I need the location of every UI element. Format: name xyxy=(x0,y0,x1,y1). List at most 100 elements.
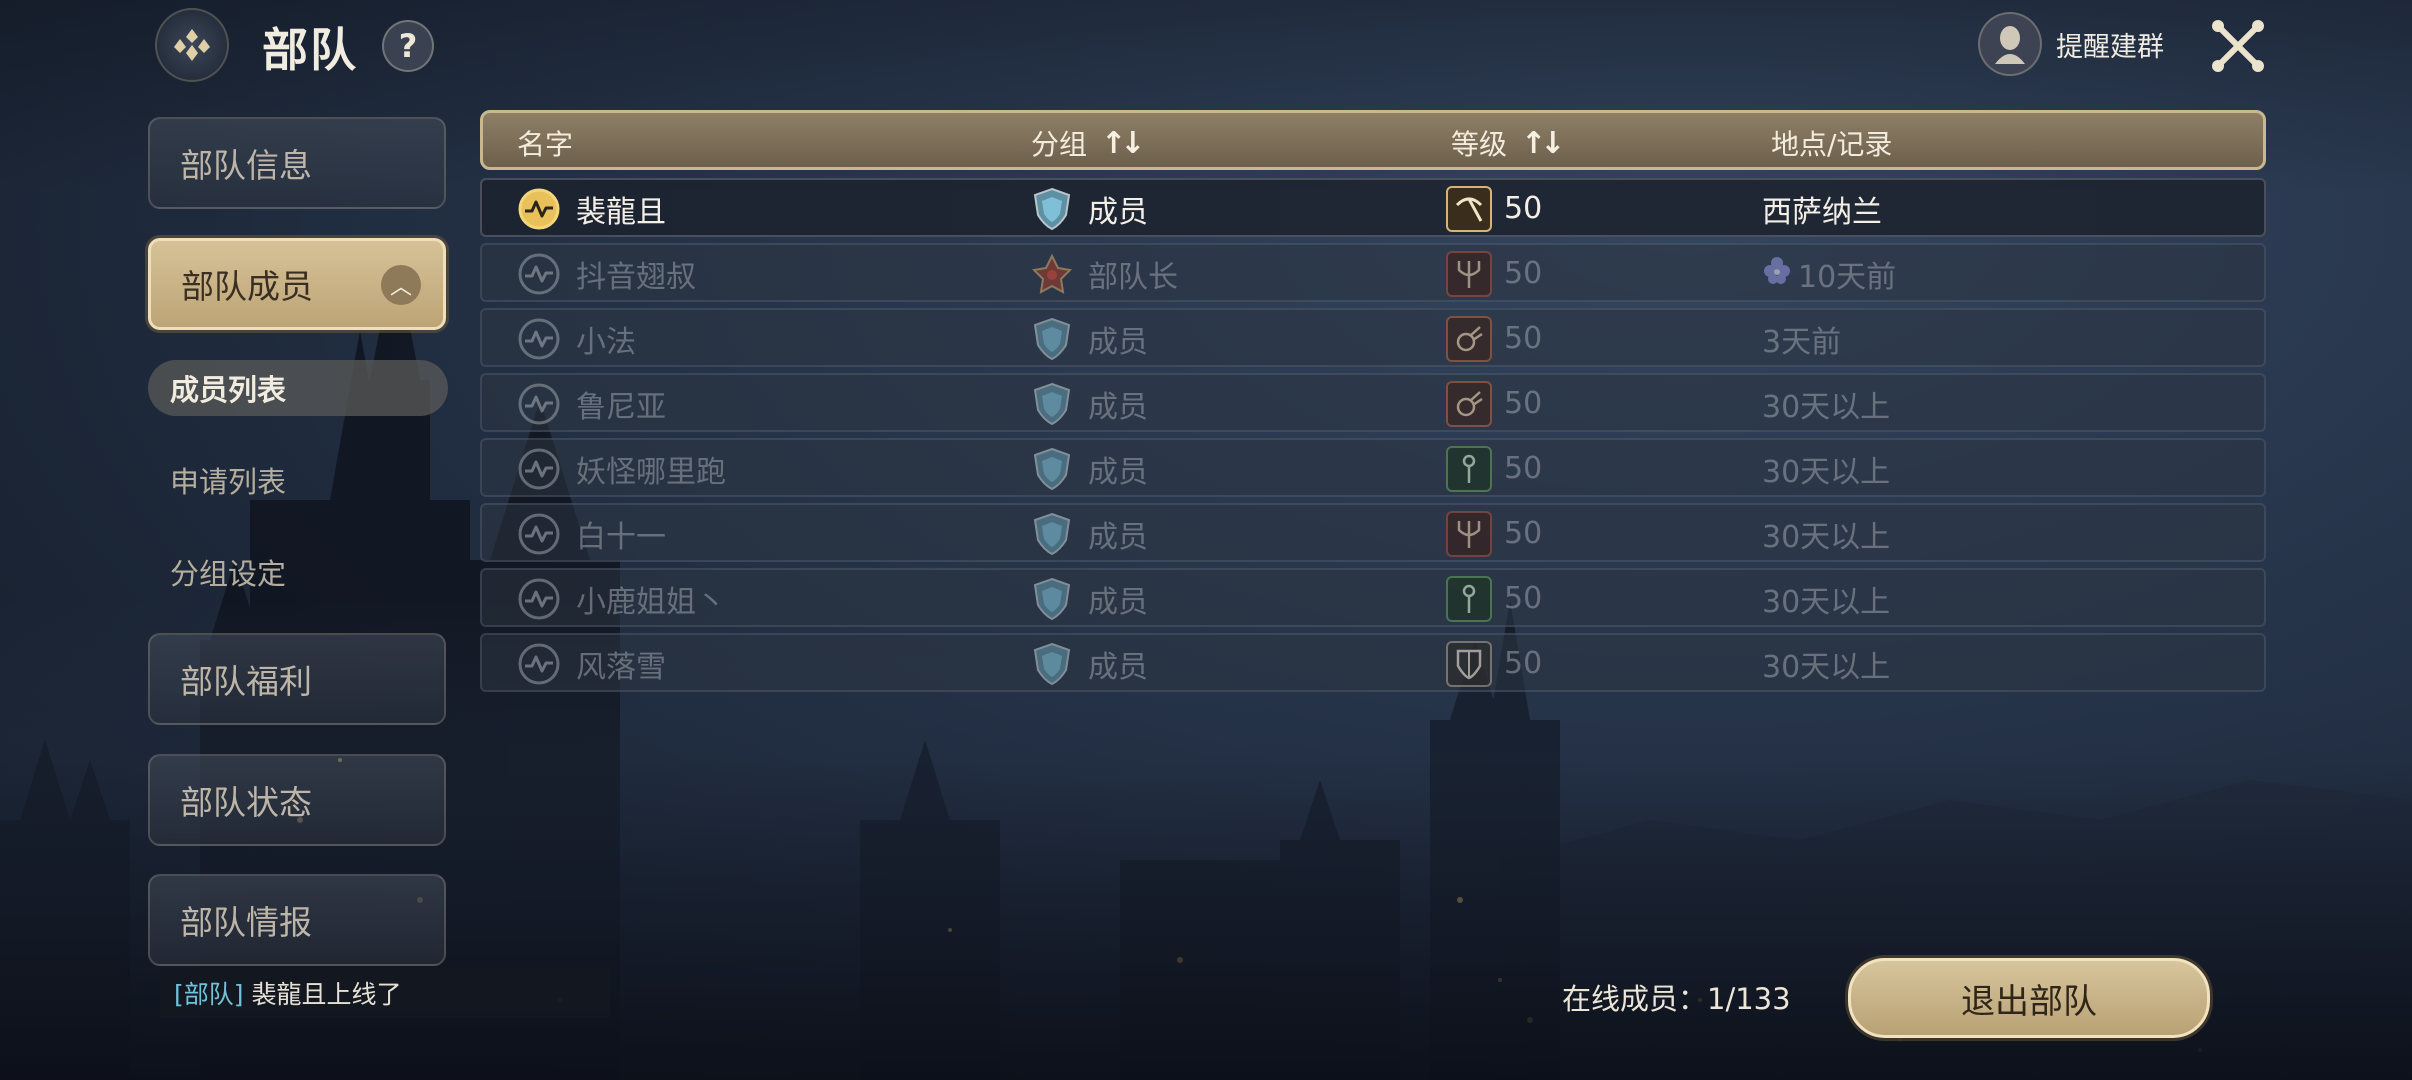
crossed-swords-close-icon xyxy=(2212,20,2264,72)
offline-status-icon xyxy=(516,641,562,687)
member-level: 50 xyxy=(1504,451,1543,486)
header-name: 名字 xyxy=(517,123,573,163)
header-group-label: 分组 xyxy=(1031,128,1088,161)
troop-logo-icon xyxy=(155,8,229,82)
member-group: 成员 xyxy=(1088,584,1148,620)
member-name: 小法 xyxy=(576,324,636,360)
member-level-cell: 50 xyxy=(1446,635,1542,692)
pickaxe-icon xyxy=(1446,185,1492,232)
sidebar-item-troop-intel[interactable]: 部队情报 xyxy=(148,874,446,966)
member-name: 小鹿姐姐丶 xyxy=(576,584,726,620)
member-name: 裴龍且 xyxy=(576,194,666,230)
table-row[interactable]: 小法 成员 50 3天前 xyxy=(480,308,2266,367)
member-name: 抖音翅叔 xyxy=(576,259,696,295)
header-location-label: 地点/记录 xyxy=(1771,128,1893,161)
member-location-cell: 10天前 xyxy=(1762,245,1896,302)
member-level: 50 xyxy=(1504,191,1543,226)
member-group-cell: 成员 xyxy=(1030,635,1148,692)
member-group: 成员 xyxy=(1088,194,1148,230)
member-name-cell: 白十一 xyxy=(516,505,666,562)
member-group-cell: 成员 xyxy=(1030,180,1148,237)
offline-status-icon xyxy=(516,576,562,622)
member-name-cell: 小鹿姐姐丶 xyxy=(516,570,726,627)
shield-icon xyxy=(1030,577,1074,621)
member-name-cell: 小法 xyxy=(516,310,636,367)
member-level-cell: 50 xyxy=(1446,505,1542,562)
member-level-cell: 50 xyxy=(1446,375,1542,432)
member-level: 50 xyxy=(1504,256,1543,291)
member-location: 西萨纳兰 xyxy=(1762,194,1882,230)
member-level: 50 xyxy=(1504,386,1543,421)
member-location: 3天前 xyxy=(1762,324,1842,360)
member-location: 30天以上 xyxy=(1762,584,1891,620)
member-group: 成员 xyxy=(1088,454,1148,490)
member-name: 妖怪哪里跑 xyxy=(576,454,726,490)
member-table-header: 名字 分组 ↑↓ 等级 ↑↓ 地点/记录 xyxy=(480,110,2266,170)
close-button[interactable] xyxy=(2206,14,2270,78)
online-member-count: 在线成员：1/133 xyxy=(1562,982,1791,1016)
member-group-cell: 成员 xyxy=(1030,570,1148,627)
staff-icon xyxy=(1446,575,1492,622)
header-level-sort[interactable]: 等级 ↑↓ xyxy=(1451,123,1565,163)
member-group: 成员 xyxy=(1088,649,1148,685)
member-group-cell: 成员 xyxy=(1030,310,1148,367)
member-level: 50 xyxy=(1504,581,1543,616)
subitem-member-list[interactable]: 成员列表 xyxy=(148,360,448,416)
table-row[interactable]: 风落雪 成员 50 30天以上 xyxy=(480,633,2266,692)
member-location-cell: 3天前 xyxy=(1762,310,1841,367)
member-group: 成员 xyxy=(1088,324,1148,360)
table-row[interactable]: 裴龍且 成员 50 西萨纳兰 xyxy=(480,178,2266,237)
sidebar-item-troop-benefits[interactable]: 部队福利 xyxy=(148,633,446,725)
guard-shield-icon xyxy=(1446,640,1492,687)
offline-status-icon xyxy=(516,316,562,362)
sidebar-item-label: 部队福利 xyxy=(180,662,312,701)
shield-icon xyxy=(1030,382,1074,426)
member-location: 30天以上 xyxy=(1762,519,1891,555)
table-row[interactable]: 小鹿姐姐丶 成员 50 30天以上 xyxy=(480,568,2266,627)
member-location-cell: 30天以上 xyxy=(1762,635,1890,692)
page-title: 部队 xyxy=(262,23,358,77)
shield-icon xyxy=(1030,512,1074,556)
chat-notice[interactable]: [部队] 裴龍且上线了 xyxy=(160,968,610,1018)
table-row[interactable]: 妖怪哪里跑 成员 50 30天以上 xyxy=(480,438,2266,497)
table-row[interactable]: 抖音翅叔 部队长 50 10天前 xyxy=(480,243,2266,302)
shield-icon xyxy=(1030,187,1074,231)
subitem-application-list[interactable]: 申请列表 xyxy=(148,452,448,508)
sidebar-item-troop-status[interactable]: 部队状态 xyxy=(148,754,446,846)
member-location-cell: 30天以上 xyxy=(1762,375,1890,432)
member-group: 部队长 xyxy=(1088,259,1178,295)
member-group-cell: 成员 xyxy=(1030,505,1148,562)
member-group-cell: 部队长 xyxy=(1030,245,1178,302)
offline-status-icon xyxy=(516,251,562,297)
member-location-cell: 30天以上 xyxy=(1762,570,1890,627)
sort-icon: ↑↓ xyxy=(1521,125,1565,161)
offline-status-icon xyxy=(516,446,562,492)
remind-group-button[interactable]: 提醒建群 xyxy=(1978,12,2164,76)
exit-troop-button[interactable]: 退出部队 xyxy=(1848,958,2210,1038)
table-row[interactable]: 鲁尼亚 成员 50 30天以上 xyxy=(480,373,2266,432)
chat-message: 裴龍且上线了 xyxy=(251,980,402,1009)
member-location-cell: 西萨纳兰 xyxy=(1762,180,1882,237)
sidebar-item-troop-info[interactable]: 部队信息 xyxy=(148,117,446,209)
help-button[interactable]: ? xyxy=(382,20,434,72)
subitem-group-settings[interactable]: 分组设定 xyxy=(148,544,448,600)
header-group-sort[interactable]: 分组 ↑↓ xyxy=(1031,123,1145,163)
member-name-cell: 抖音翅叔 xyxy=(516,245,696,302)
member-name-cell: 风落雪 xyxy=(516,635,666,692)
offline-status-icon xyxy=(516,511,562,557)
sort-icon: ↑↓ xyxy=(1101,125,1145,161)
flower-icon xyxy=(1762,255,1792,293)
leader-star-icon xyxy=(1030,252,1074,296)
member-name-cell: 裴龍且 xyxy=(516,180,666,237)
member-name-cell: 妖怪哪里跑 xyxy=(516,440,726,497)
member-level: 50 xyxy=(1504,321,1543,356)
table-row[interactable]: 白十一 成员 50 30天以上 xyxy=(480,503,2266,562)
member-level-cell: 50 xyxy=(1446,310,1542,367)
member-group: 成员 xyxy=(1088,519,1148,555)
shield-icon xyxy=(1030,642,1074,686)
sidebar-item-troop-members[interactable]: 部队成员 ︿ xyxy=(148,238,446,330)
sidebar-item-label: 部队信息 xyxy=(180,146,312,185)
header-name-label: 名字 xyxy=(517,128,574,161)
member-location: 30天以上 xyxy=(1762,649,1891,685)
sidebar-item-label: 部队状态 xyxy=(180,783,312,822)
